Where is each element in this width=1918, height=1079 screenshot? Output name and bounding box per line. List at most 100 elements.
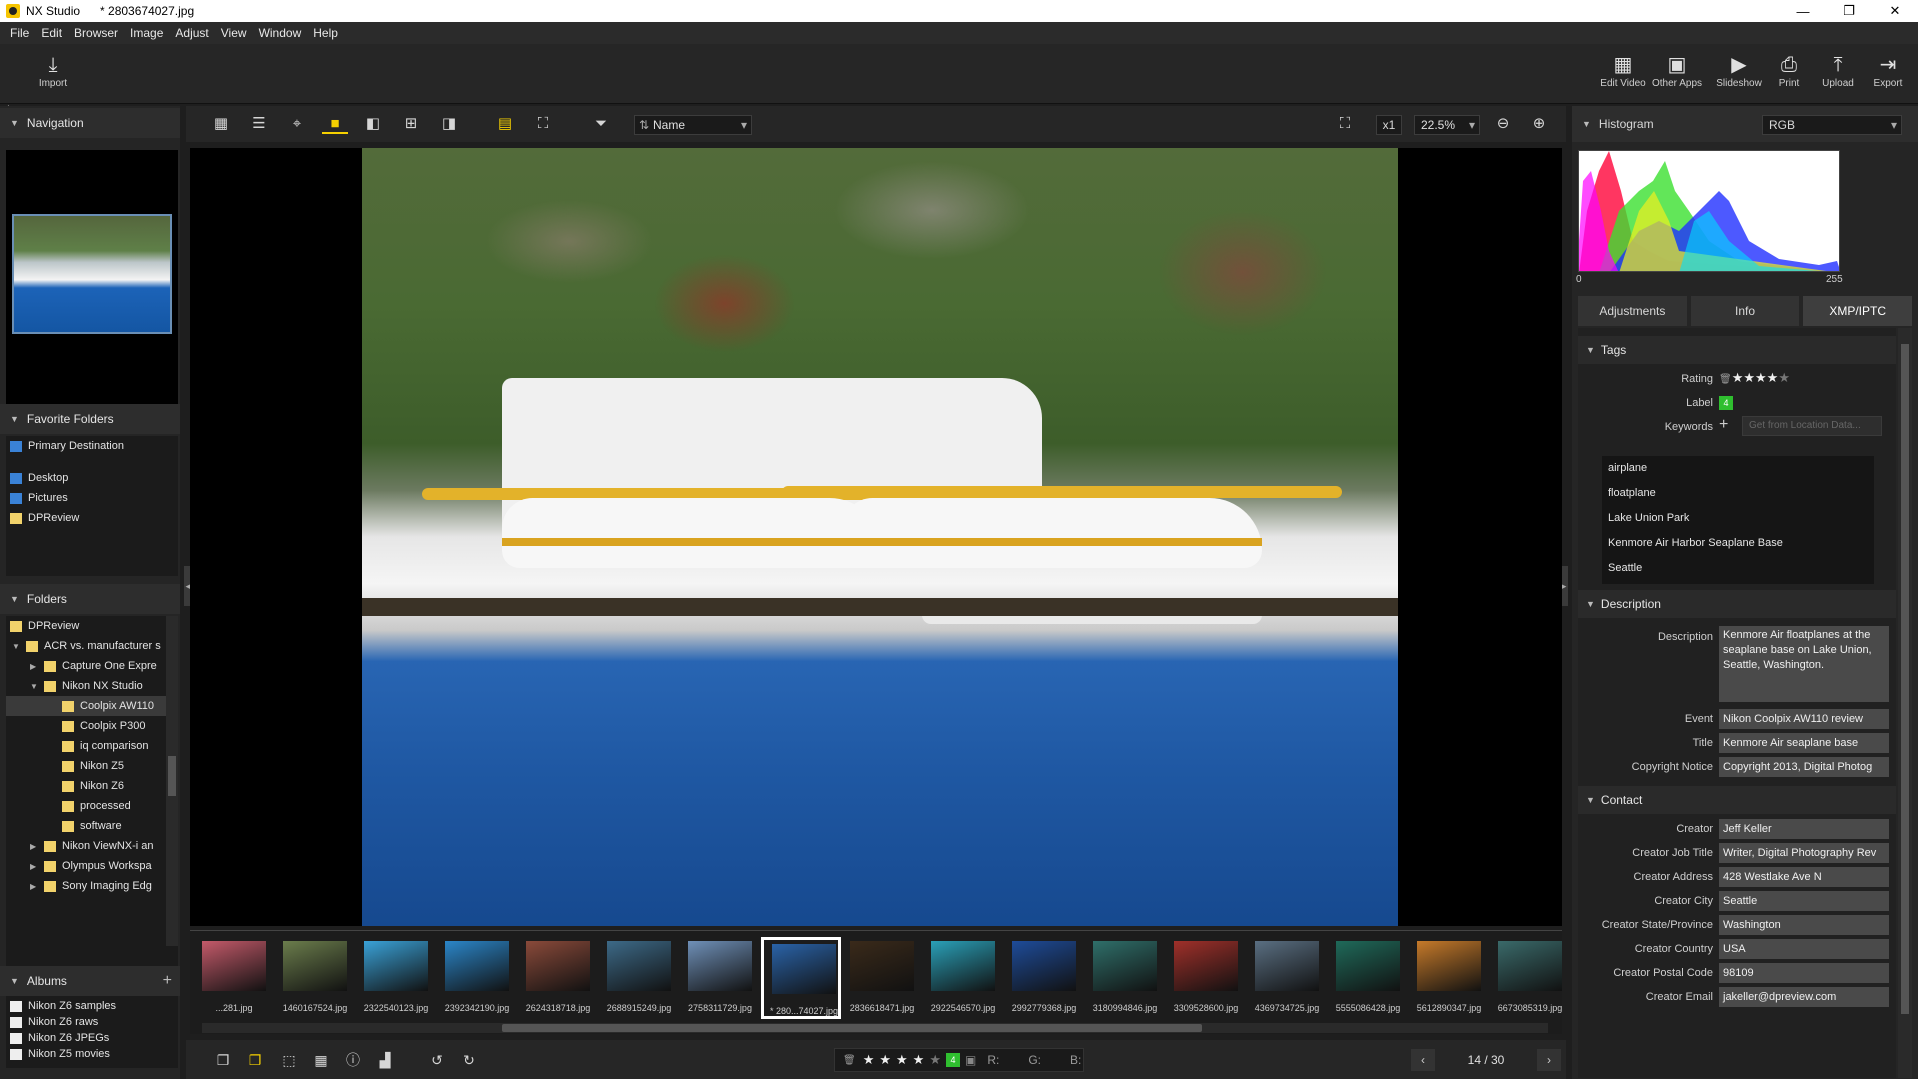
map-view-icon[interactable]: ⌖ [284, 114, 310, 134]
copyright-field[interactable]: Copyright 2013, Digital Photog [1719, 757, 1889, 777]
filmstrip-scrollbar[interactable] [202, 1023, 1548, 1033]
creator-address-field[interactable]: 428 Westlake Ave N [1719, 867, 1889, 887]
folder-item[interactable]: Nikon Z6 [6, 776, 178, 796]
print-button[interactable]: ⎙ Print [1762, 52, 1816, 89]
favorite-desktop[interactable]: Desktop [6, 468, 178, 488]
histogram-overlay-icon[interactable]: ▟ [374, 1050, 396, 1070]
event-field[interactable]: Nikon Coolpix AW110 review [1719, 709, 1889, 729]
filmstrip-thumbnail[interactable]: 3309528600.jpg [1166, 937, 1246, 1019]
expand-icon[interactable]: ▶ [30, 662, 40, 671]
rotate-right-icon[interactable]: ↻ [458, 1050, 480, 1070]
filmstrip-thumbnail[interactable]: 1460167524.jpg [275, 937, 355, 1019]
folder-item[interactable]: ▶ Sony Imaging Edg [6, 876, 178, 896]
filmstrip-thumbnail[interactable]: ...281.jpg [194, 937, 274, 1019]
menu-view[interactable]: View [221, 26, 247, 40]
info-icon[interactable]: ⓘ [342, 1050, 364, 1070]
folders-scrollbar[interactable] [166, 616, 178, 946]
folder-item[interactable]: iq comparison [6, 736, 178, 756]
star-1[interactable]: ★ [863, 1052, 875, 1068]
folder-item[interactable]: ▶ Nikon ViewNX-i an [6, 836, 178, 856]
keyword-item[interactable]: Seattle [1602, 556, 1874, 581]
filmstrip-thumbnail[interactable]: 5555086428.jpg [1328, 937, 1408, 1019]
folder-item[interactable]: processed [6, 796, 178, 816]
trash-icon[interactable]: 🗑 [843, 1055, 856, 1066]
filmstrip-thumbnail[interactable]: 2624318718.jpg [518, 937, 598, 1019]
navigation-preview[interactable] [6, 150, 178, 404]
compare-view-icon[interactable]: ◧ [360, 114, 386, 134]
label-badge[interactable]: 4 [1719, 396, 1733, 410]
export-button[interactable]: ⇥ Export [1861, 52, 1915, 89]
favorite-pictures[interactable]: Pictures [6, 488, 178, 508]
albums-header[interactable]: ▼ Albums + [0, 966, 180, 996]
folders-header[interactable]: ▼ Folders [0, 584, 180, 614]
main-photo[interactable] [362, 148, 1398, 926]
expand-icon[interactable]: ▶ [30, 842, 40, 851]
expand-icon[interactable]: ▶ [30, 862, 40, 871]
creator-country-field[interactable]: USA [1719, 939, 1889, 959]
restore-button[interactable]: ❐ [1826, 0, 1872, 22]
tab-xmp-iptc[interactable]: XMP/IPTC [1803, 296, 1913, 326]
import-button[interactable]: ⤓ Import [26, 52, 80, 89]
expand-icon[interactable]: ▼ [30, 682, 40, 691]
folder-item[interactable]: ▶ Capture One Expre [6, 656, 178, 676]
creator-email-field[interactable]: jakeller@dpreview.com [1719, 987, 1889, 1007]
add-album-icon[interactable]: + [163, 972, 172, 990]
trash-icon[interactable]: 🗑 [1719, 374, 1732, 385]
grid-view-icon[interactable]: ▦ [208, 114, 234, 134]
menu-adjust[interactable]: Adjust [175, 26, 208, 40]
filmstrip-thumbnail[interactable]: 2758311729.jpg [680, 937, 760, 1019]
rotate-left-icon[interactable]: ↺ [426, 1050, 448, 1070]
filmstrip-layout-icon[interactable]: ▤ [492, 114, 518, 134]
close-button[interactable]: ✕ [1872, 0, 1918, 22]
filmstrip-thumbnail[interactable]: 2392342190.jpg [437, 937, 517, 1019]
star-2[interactable]: ★ [879, 1052, 891, 1068]
rating-stars[interactable]: 🗑★★★★★ [1719, 370, 1790, 386]
star-3[interactable]: ★ [896, 1052, 908, 1068]
folder-item[interactable]: Nikon Z5 [6, 756, 178, 776]
filmstrip-thumbnail-selected[interactable]: * 280...74027.jpg [761, 937, 841, 1019]
contact-header[interactable]: ▼ Contact [1578, 786, 1896, 814]
creator-postal-code-field[interactable]: 98109 [1719, 963, 1889, 983]
creator-state-field[interactable]: Washington [1719, 915, 1889, 935]
description-header[interactable]: ▼ Description [1578, 590, 1896, 618]
stack-icon[interactable]: ❐ [212, 1050, 234, 1070]
filmstrip-thumbnail[interactable]: 2992779368.jpg [1004, 937, 1084, 1019]
expand-icon[interactable]: ▶ [30, 882, 40, 891]
navigation-thumbnail[interactable] [12, 214, 172, 334]
star-4[interactable]: ★ [913, 1052, 925, 1068]
next-image-button[interactable]: › [1537, 1049, 1561, 1071]
menu-edit[interactable]: Edit [41, 26, 62, 40]
menu-browser[interactable]: Browser [74, 26, 118, 40]
filmstrip-thumbnail[interactable]: 2836618471.jpg [842, 937, 922, 1019]
sort-dropdown[interactable]: ⇅ Name [634, 115, 752, 135]
zoom-in-icon[interactable]: ⊕ [1526, 114, 1552, 134]
folder-item[interactable]: Coolpix P300 [6, 716, 178, 736]
fit-screen-icon[interactable]: ⛶ [530, 114, 556, 134]
filmstrip-thumbnail[interactable]: 2922546570.jpg [923, 937, 1003, 1019]
zoom-dropdown[interactable]: 22.5% [1414, 115, 1480, 135]
get-from-location-button[interactable]: Get from Location Data... [1742, 416, 1882, 436]
filmstrip-thumbnail[interactable]: 5612890347.jpg [1409, 937, 1489, 1019]
title-field[interactable]: Kenmore Air seaplane base [1719, 733, 1889, 753]
creator-city-field[interactable]: Seattle [1719, 891, 1889, 911]
add-keyword-icon[interactable]: + [1719, 416, 1728, 434]
keyword-item[interactable]: floatplane [1602, 481, 1874, 506]
filmstrip-thumbnail[interactable]: 2322540123.jpg [356, 937, 436, 1019]
creator-field[interactable]: Jeff Keller [1719, 819, 1889, 839]
keyword-item[interactable]: airplane [1602, 456, 1874, 481]
keyword-item[interactable]: Lake Union Park [1602, 506, 1874, 531]
menu-image[interactable]: Image [130, 26, 163, 40]
folder-item[interactable]: software [6, 816, 178, 836]
edit-video-button[interactable]: ▦ Edit Video [1596, 52, 1650, 89]
inspector-scrollbar[interactable] [1898, 328, 1912, 1078]
single-view-icon[interactable]: ■ [322, 114, 348, 134]
menu-window[interactable]: Window [259, 26, 302, 40]
folder-item-selected[interactable]: Coolpix AW110 [6, 696, 178, 716]
description-field[interactable]: Kenmore Air floatplanes at the seaplane … [1719, 626, 1889, 702]
menu-help[interactable]: Help [313, 26, 338, 40]
album-item[interactable]: Nikon Z6 JPEGs [6, 1030, 178, 1046]
inspector-scrollbar-thumb[interactable] [1901, 344, 1909, 1014]
zoom-out-icon[interactable]: ⊖ [1490, 114, 1516, 134]
creator-job-title-field[interactable]: Writer, Digital Photography Rev [1719, 843, 1889, 863]
expand-icon[interactable]: ▼ [12, 642, 22, 651]
